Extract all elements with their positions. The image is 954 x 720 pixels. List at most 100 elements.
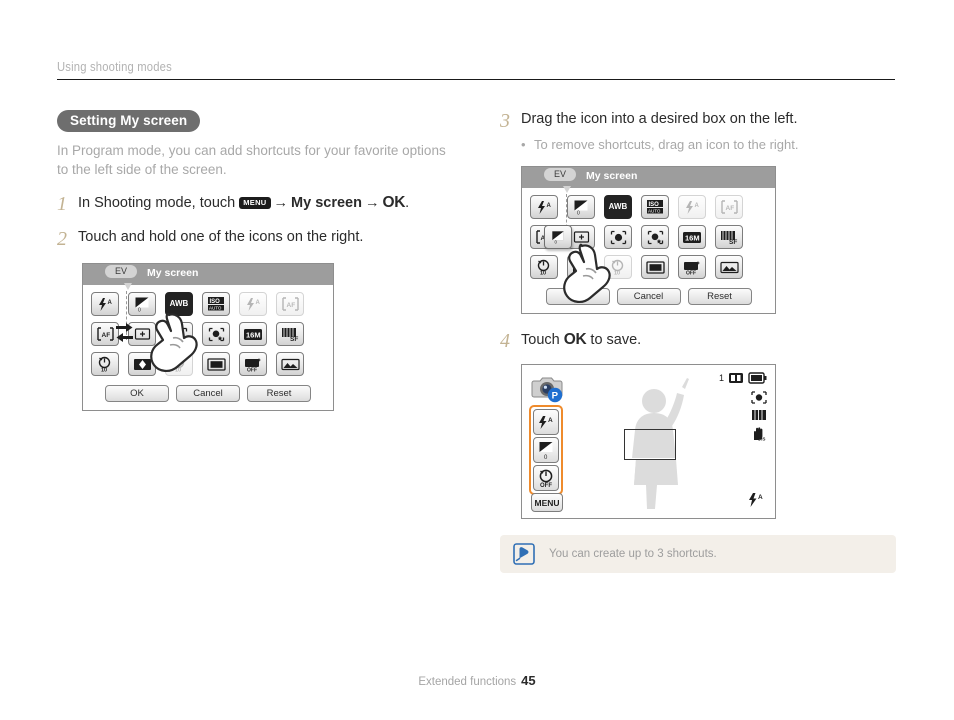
face-detect-icon bbox=[750, 391, 767, 404]
footer-section-label: Extended functions bbox=[418, 676, 517, 688]
dialog-buttons: OK Cancel Reset bbox=[522, 285, 775, 313]
cell-frame-mode[interactable] bbox=[202, 352, 230, 377]
step-1-text: In Shooting mode, touch MENU → My screen → O… bbox=[78, 193, 409, 214]
cell-multi-frame[interactable] bbox=[567, 255, 595, 279]
step-1-target: My screen bbox=[291, 195, 362, 212]
myscreen-dialog-step3: EV My screen A 0 AWB ISO AUTO A AF 16M S… bbox=[521, 166, 776, 314]
arrow-icon: → bbox=[273, 195, 289, 212]
cell-iso-auto[interactable]: ISO AUTO bbox=[202, 292, 230, 317]
ok-button[interactable]: OK bbox=[105, 385, 169, 403]
camera-preview-screen: P A 0 OFF MENU 1 OIS A bbox=[521, 364, 776, 519]
cell-multi-frame[interactable] bbox=[128, 352, 156, 377]
svg-text:0: 0 bbox=[577, 211, 580, 216]
cell-timer-10-dim[interactable]: 10 bbox=[604, 255, 632, 279]
svg-text:AF: AF bbox=[725, 205, 734, 212]
awb-label: AWB bbox=[608, 202, 628, 211]
preview-menu-button[interactable]: MENU bbox=[531, 493, 563, 512]
step-4-ok: OK bbox=[563, 331, 587, 348]
cell-face-detect-smile[interactable] bbox=[604, 225, 632, 249]
step-3-bullet-text: To remove shortcuts, drag an icon to the… bbox=[534, 137, 799, 152]
bullet-dot: • bbox=[521, 137, 526, 152]
mode-indicator: P bbox=[531, 373, 565, 408]
dialog-buttons: OK Cancel Reset bbox=[83, 382, 333, 410]
manual-page: Using shooting modes Setting My screen I… bbox=[0, 0, 954, 720]
step-2-text: Touch and hold one of the icons on the r… bbox=[78, 229, 364, 246]
cell-flash-auto[interactable]: A bbox=[91, 292, 119, 317]
svg-text:10: 10 bbox=[540, 271, 546, 276]
svg-text:SF: SF bbox=[729, 239, 737, 245]
cell-iso-auto[interactable]: ISO AUTO bbox=[641, 195, 669, 219]
section-title-pill: Setting My screen bbox=[57, 110, 201, 132]
svg-text:SF: SF bbox=[290, 336, 298, 342]
shortcut-flash-auto[interactable]: A bbox=[533, 409, 559, 435]
grid-row: 10 10 OFF bbox=[530, 255, 767, 279]
cell-flash-auto[interactable]: A bbox=[530, 195, 558, 219]
step-3-number: 3 bbox=[500, 110, 510, 132]
right-column: 3 Drag the icon into a desired box on th… bbox=[500, 110, 900, 519]
cell-ev-compensation[interactable]: 0 bbox=[128, 292, 156, 317]
icon-grid: A 0 AWB ISO AUTO A AF bbox=[83, 285, 333, 377]
cell-landscape[interactable] bbox=[715, 255, 743, 279]
cell-awb-white-balance[interactable]: AWB bbox=[604, 195, 632, 219]
svg-text:OFF: OFF bbox=[540, 483, 552, 488]
dialog-title: My screen bbox=[147, 267, 199, 280]
svg-text:A: A bbox=[758, 494, 763, 501]
shots-remaining: 1 bbox=[718, 373, 724, 383]
cell-ev-compensation[interactable]: 0 bbox=[567, 195, 595, 219]
cell-face-detect-star[interactable] bbox=[202, 322, 230, 347]
svg-text:16M: 16M bbox=[246, 330, 261, 339]
cell-timer-10[interactable]: 10 bbox=[530, 255, 558, 279]
cell-sf-quality[interactable]: SF bbox=[276, 322, 304, 347]
cell-timer-10[interactable]: 10 bbox=[91, 352, 119, 377]
svg-text:AUTO: AUTO bbox=[209, 306, 222, 311]
cell-sf-quality[interactable]: SF bbox=[715, 225, 743, 249]
arrow-icon-2: → bbox=[364, 195, 380, 212]
note-pen-icon bbox=[513, 543, 535, 565]
step-1: 1 In Shooting mode, touch MENU → My screen… bbox=[57, 193, 457, 214]
myscreen-dialog-step2: EV My screen A 0 AWB ISO AUTO A AF AF 16… bbox=[82, 263, 334, 412]
cell-af-bracket[interactable]: AF bbox=[91, 322, 119, 347]
arrow-left-icon bbox=[116, 333, 133, 343]
svg-text:AF: AF bbox=[101, 332, 110, 339]
step-1-prefix: In Shooting mode, touch bbox=[78, 195, 240, 212]
arrow-right-icon bbox=[116, 323, 133, 333]
cell-face-detect-smile[interactable] bbox=[165, 322, 193, 347]
cancel-button[interactable]: Cancel bbox=[616, 288, 681, 305]
cell-16m-resolution[interactable]: 16M bbox=[239, 322, 267, 347]
step-2: 2 Touch and hold one of the icons on the… bbox=[57, 228, 457, 249]
shortcut-ev-zero[interactable]: 0 bbox=[533, 437, 559, 463]
cell-af-bracket-dim[interactable]: AF bbox=[276, 292, 304, 317]
ok-button[interactable]: OK bbox=[545, 288, 610, 305]
memory-card-icon bbox=[729, 373, 743, 383]
cell-photo-off[interactable]: OFF bbox=[678, 255, 706, 279]
cell-frame-mode[interactable] bbox=[641, 255, 669, 279]
svg-text:AUTO: AUTO bbox=[648, 209, 661, 214]
step-4-prefix: Touch bbox=[521, 332, 564, 348]
step-3-text: Drag the icon into a desired box on the … bbox=[521, 111, 798, 127]
reset-button[interactable]: Reset bbox=[687, 288, 752, 305]
dialog-title-bar: EV My screen bbox=[522, 167, 775, 193]
cell-flash-auto-dim[interactable]: A bbox=[239, 292, 267, 317]
cell-landscape[interactable] bbox=[276, 352, 304, 377]
awb-label: AWB bbox=[169, 299, 189, 309]
cell-timer-10-dim[interactable]: 10 bbox=[165, 352, 193, 377]
reset-button[interactable]: Reset bbox=[247, 385, 311, 403]
cell-16m-resolution[interactable]: 16M bbox=[678, 225, 706, 249]
svg-text:OIS: OIS bbox=[758, 437, 766, 442]
svg-text:A: A bbox=[107, 300, 112, 306]
svg-text:ISO: ISO bbox=[649, 202, 660, 208]
left-column: Setting My screen In Program mode, you c… bbox=[57, 110, 457, 412]
cell-awb-white-balance[interactable]: AWB bbox=[165, 292, 193, 317]
step-4-number: 4 bbox=[500, 330, 510, 352]
cell-af-bracket-dim[interactable]: AF bbox=[715, 195, 743, 219]
cell-face-detect-star[interactable] bbox=[641, 225, 669, 249]
svg-text:P: P bbox=[552, 391, 559, 402]
svg-text:AF: AF bbox=[286, 302, 295, 309]
cell-flash-auto-dim[interactable]: A bbox=[678, 195, 706, 219]
step-3: 3 Drag the icon into a desired box on th… bbox=[500, 110, 900, 131]
svg-text:16M: 16M bbox=[685, 233, 700, 242]
icon-grid: A 0 AWB ISO AUTO A AF bbox=[522, 188, 775, 303]
cell-photo-off[interactable]: OFF bbox=[239, 352, 267, 377]
cancel-button[interactable]: Cancel bbox=[176, 385, 240, 403]
shortcut-timer-off[interactable]: OFF bbox=[533, 465, 559, 491]
